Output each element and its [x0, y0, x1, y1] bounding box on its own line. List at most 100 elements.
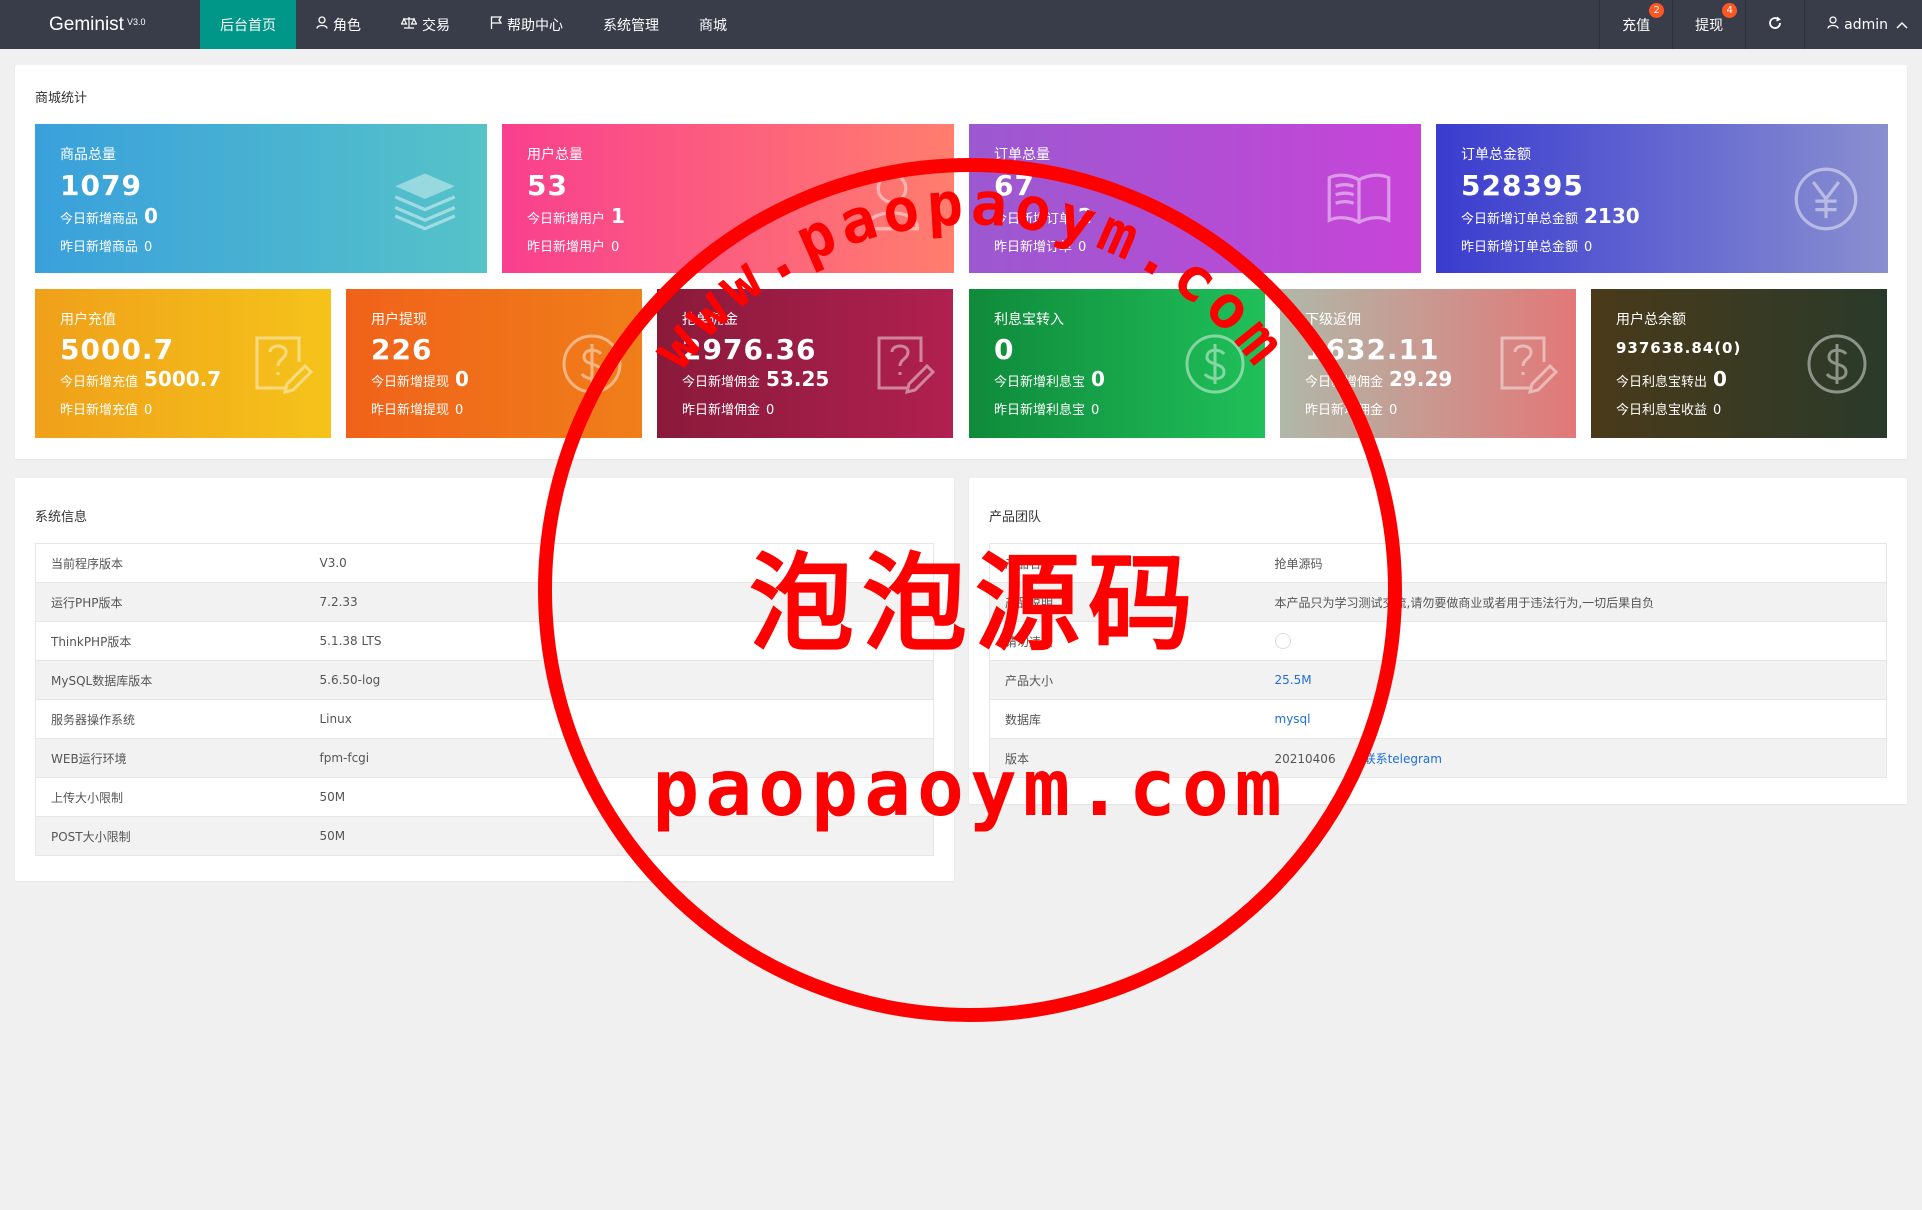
product-row-label: 产品名称 [989, 543, 1260, 583]
stat-card-today: 今日新增佣金 29.29 [1305, 367, 1453, 391]
stat-card: 订单总量 67 今日新增订单 2 昨日新增订单 0 [969, 124, 1421, 273]
sysinfo-row-value: fpm-fcgi [304, 738, 934, 778]
product-row-label: 数据库 [989, 699, 1260, 739]
table-row: 数据库 mysql [989, 699, 1887, 739]
sysinfo-row-value: 50M [304, 816, 934, 856]
table-row: 产品大小 25.5M [989, 660, 1887, 700]
table-row: 服务器操作系统 Linux [35, 699, 934, 739]
sysinfo-row-label: MySQL数据库版本 [35, 660, 305, 700]
logo-version: V3.0 [126, 16, 146, 27]
stat-card-value: 5000.7 [60, 333, 175, 366]
logo-text: Geminist [49, 13, 124, 35]
table-row: POST大小限制 50M [35, 816, 934, 856]
telegram-link[interactable]: 联系telegram [1364, 752, 1442, 766]
database-link[interactable]: mysql [1259, 699, 1887, 739]
admin-menu[interactable]: admin [1804, 0, 1922, 49]
sysinfo-row-value: Linux [304, 699, 934, 739]
withdraw-badge: 4 [1722, 3, 1738, 18]
sysinfo-row-value: 5.1.38 LTS [304, 621, 934, 661]
stat-card-value: 226 [371, 333, 433, 366]
product-title: 产品团队 [989, 510, 1042, 525]
app-logo[interactable]: Geminist V3.0 [0, 0, 200, 49]
nav-help[interactable]: 帮助中心 [470, 0, 583, 49]
table-row: MySQL数据库版本 5.6.50-log [35, 660, 934, 700]
stat-card: 用户充值 5000.7 今日新增充值 5000.7 昨日新增充值 0 [35, 289, 331, 438]
stat-card-value: 1079 [60, 169, 142, 202]
stat-card-title: 用户提现 [371, 312, 427, 328]
sysinfo-row-label: 运行PHP版本 [35, 582, 305, 622]
layers-icon [391, 165, 459, 237]
stat-card-today: 今日新增提现 0 [371, 367, 469, 391]
table-row: 产品说明 本产品只为学习测试交流,请勿要做商业或者用于违法行为,一切后果自负 [989, 582, 1887, 622]
sysinfo-row-label: POST大小限制 [35, 816, 305, 856]
sysinfo-row-value: 5.6.50-log [304, 660, 934, 700]
stat-card-yesterday: 昨日新增订单 0 [994, 240, 1087, 255]
withdraw-button[interactable]: 提现 4 [1672, 0, 1745, 49]
nav-roles-label: 角色 [333, 17, 361, 34]
stat-card-title: 利息宝转入 [994, 312, 1064, 328]
stat-card: 用户提现 226 今日新增提现 0 昨日新增提现 0 [346, 289, 642, 438]
help-edit-icon [871, 332, 936, 400]
stat-card-value: 0 [994, 333, 1015, 366]
user-icon [1827, 16, 1839, 33]
stat-card: 抢单佣金 2976.36 今日新增佣金 53.25 昨日新增佣金 0 [657, 289, 953, 438]
withdraw-label: 提现 [1695, 17, 1724, 34]
refresh-button[interactable] [1745, 0, 1804, 49]
nav-trade[interactable]: 交易 [381, 0, 470, 49]
sysinfo-row-label: 当前程序版本 [35, 543, 305, 583]
sysinfo-row-label: WEB运行环境 [35, 738, 305, 778]
nav-mall[interactable]: 商城 [679, 0, 747, 49]
user-icon [858, 165, 926, 237]
nav-system[interactable]: 系统管理 [583, 0, 679, 49]
right-nav: 充值 2 提现 4 admin [1599, 0, 1922, 49]
stat-card: 用户总量 53 今日新增用户 1 昨日新增用户 0 [502, 124, 954, 273]
main-nav: 后台首页 角色 交易 帮助中心 系统管理 商城 [200, 0, 747, 49]
flag-icon [490, 16, 503, 33]
stat-card-title: 用户总余额 [1616, 312, 1686, 328]
stat-card: 用户总余额 937638.84(0) 今日利息宝转出 0 今日利息宝收益 0 [1591, 289, 1887, 438]
stat-card: 下级返佣 1632.11 今日新增佣金 29.29 昨日新增佣金 0 [1280, 289, 1576, 438]
table-row: 版本 20210406 联系telegram [989, 738, 1887, 778]
nav-home[interactable]: 后台首页 [200, 0, 296, 49]
stat-card-today: 今日新增用户 1 [527, 204, 625, 228]
stat-card-yesterday: 今日利息宝收益 0 [1616, 403, 1722, 418]
stat-card-value: 528395 [1461, 169, 1584, 202]
stat-card-value: 937638.84(0) [1616, 339, 1742, 357]
nav-roles[interactable]: 角色 [296, 0, 381, 49]
stat-card: 订单总金额 528395 今日新增订单总金额 2130 昨日新增订单总金额 0 [1436, 124, 1888, 273]
stat-card-today: 今日新增订单 2 [994, 204, 1092, 228]
stat-card-title: 抢单佣金 [682, 312, 738, 328]
stat-card-title: 商品总量 [60, 147, 116, 163]
table-row: 运行PHP版本 7.2.33 [35, 582, 934, 622]
dollar-icon [1183, 332, 1247, 400]
stat-card-yesterday: 昨日新增佣金 0 [1305, 403, 1398, 418]
dollar-icon [560, 332, 624, 400]
stat-card-today: 今日新增利息宝 0 [994, 367, 1105, 391]
user-icon [316, 16, 328, 33]
stat-card-title: 订单总量 [994, 147, 1050, 163]
nav-home-label: 后台首页 [220, 17, 276, 34]
stat-card-value: 53 [527, 169, 568, 202]
stat-card-today: 今日利息宝转出 0 [1616, 367, 1727, 391]
version-value: 20210406 [1274, 751, 1336, 766]
recharge-button[interactable]: 充值 2 [1599, 0, 1672, 49]
sysinfo-row-label: 上传大小限制 [35, 777, 305, 817]
stat-card-title: 用户总量 [527, 147, 583, 163]
product-row-label: 请勿违法 [989, 621, 1260, 661]
table-row: 上传大小限制 50M [35, 777, 934, 817]
stat-card: 商品总量 1079 今日新增商品 0 昨日新增商品 0 [35, 124, 487, 273]
help-edit-icon [1494, 332, 1559, 400]
admin-label: admin [1844, 16, 1888, 33]
nav-trade-label: 交易 [422, 17, 450, 34]
stat-card-today: 今日新增充值 5000.7 [60, 367, 222, 391]
stat-card-title: 下级返佣 [1305, 312, 1361, 328]
product-size-link[interactable]: 25.5M [1259, 660, 1887, 700]
wave-icon [1274, 633, 1291, 649]
product-row-label: 产品说明 [989, 582, 1260, 622]
stat-card-today: 今日新增订单总金额 2130 [1461, 204, 1640, 228]
dollar-icon [1805, 332, 1869, 400]
sysinfo-row-value: V3.0 [304, 543, 934, 583]
table-row: WEB运行环境 fpm-fcgi [35, 738, 934, 778]
nav-help-label: 帮助中心 [507, 17, 563, 34]
product-row-label: 版本 [989, 738, 1260, 778]
